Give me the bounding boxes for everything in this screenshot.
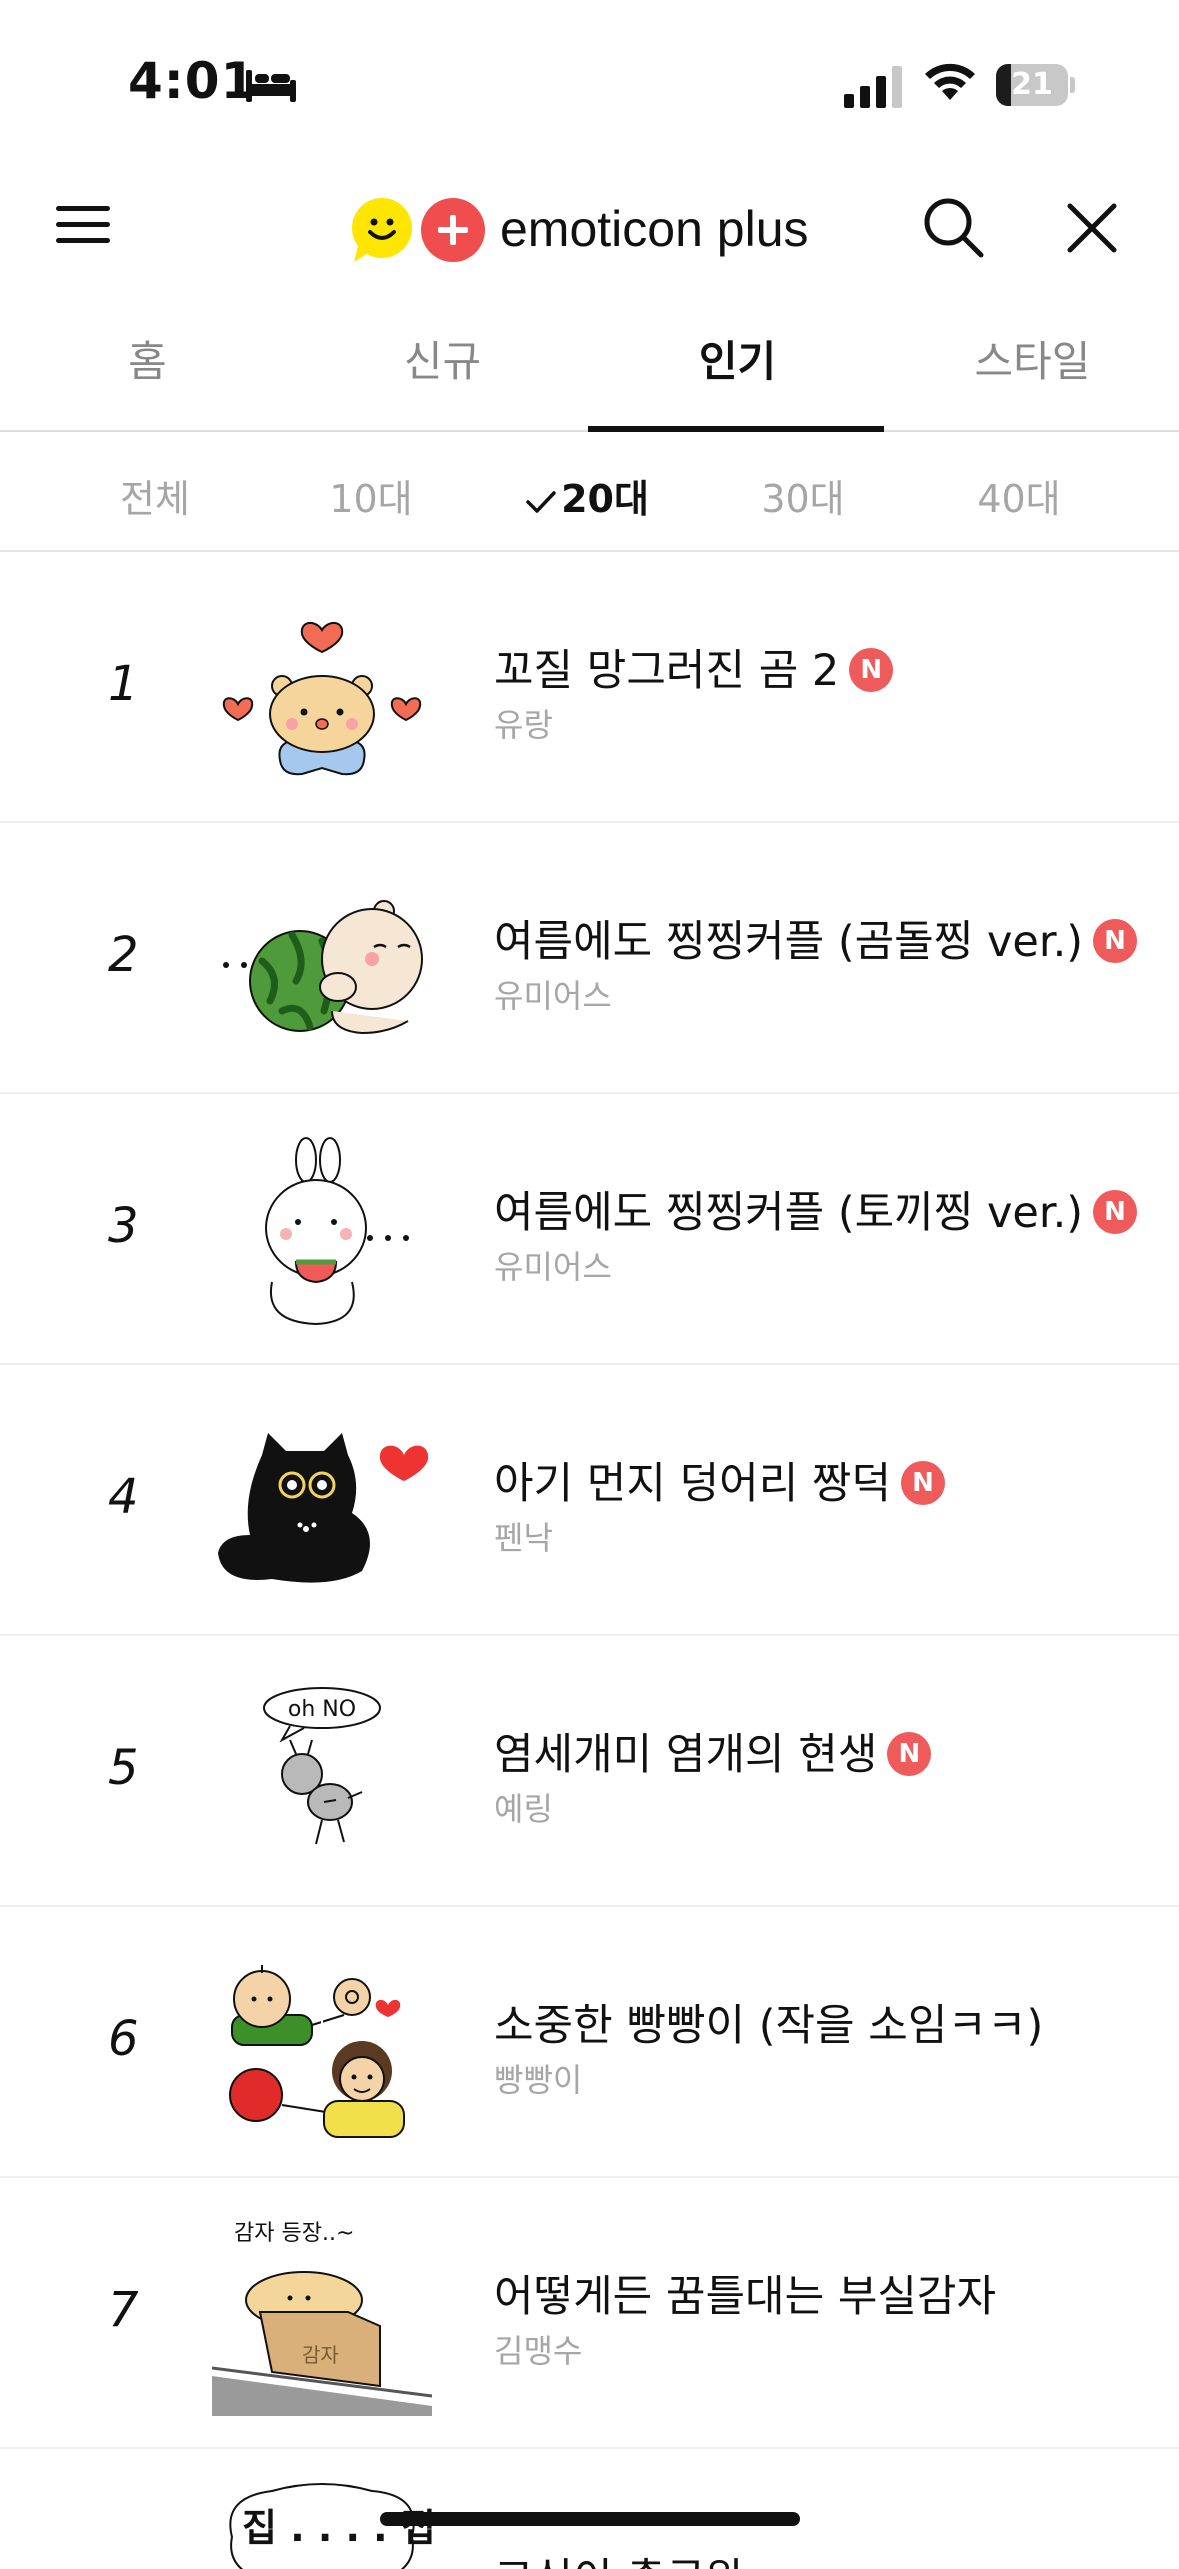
new-badge: N — [1093, 918, 1138, 963]
rank-number: 4 — [108, 1469, 139, 1525]
list-item[interactable]: 2 여름에도 찡찡커플 (곰돌찡 ver.) N 유미어스 — [0, 823, 1179, 1094]
item-title-row: 어떻게든 꿈틀대는 부실감자 — [494, 2262, 996, 2324]
item-title-row: 여름에도 찡찡커플 (곰돌찡 ver.) N — [494, 907, 1138, 969]
wifi-icon — [925, 63, 975, 100]
item-title-row: 소중한 빵빵이 (작을 소임ㅋㅋ) — [494, 1991, 1043, 2053]
age-filter-20s-label: 20대 — [561, 477, 649, 521]
item-author: 유미어스 — [494, 977, 612, 1015]
close-icon[interactable] — [1064, 200, 1120, 256]
app-header: emoticon plus — [0, 150, 1179, 300]
list-item[interactable]: 7 감자 등장..~ 감자 어떻게든 꿈틀대는 부실감자 김맹수 — [0, 2178, 1179, 2449]
item-title: 소중한 빵빵이 (작을 소임ㅋㅋ) — [494, 2001, 1044, 2051]
bbangbbangi-emoticon-thumbnail — [229, 1945, 405, 2145]
list-item[interactable]: 1 꼬질 망그러진 곰 2N 유랑 — [0, 552, 1179, 823]
menu-icon[interactable] — [56, 202, 112, 248]
item-title: 염세개미 염개의 현생 — [494, 1730, 878, 1780]
item-title-row: 꼬질 망그러진 곰 2N — [494, 636, 894, 698]
rank-number: 6 — [108, 2011, 139, 2067]
watermelon-bear-emoticon-thumbnail — [223, 900, 423, 1035]
tab-home[interactable]: 홈 — [0, 328, 295, 389]
item-title: 아기 먼지 덩어리 짱덕 — [494, 1459, 892, 1509]
search-icon[interactable] — [920, 194, 986, 260]
tab-new[interactable]: 신규 — [295, 328, 590, 389]
list-item[interactable]: 6 소중한 빵빵이 (작을 소임ㅋㅋ) 빵빵이 — [0, 1907, 1179, 2178]
potato-caption-text: 감자 등장..~ — [234, 2221, 354, 2246]
new-badge: N — [849, 647, 894, 692]
item-title: 여름에도 찡찡커플 (곰돌찡 ver.) — [494, 917, 1084, 967]
list-item[interactable]: 3 여름에도 찡찡커플 (토끼찡 ver.) N 유미어스 — [0, 1094, 1179, 1365]
new-badge: N — [887, 1731, 932, 1776]
oh-no-bubble-text: oh NO — [288, 1697, 356, 1722]
cellular-signal-icon — [844, 66, 902, 108]
sleep-focus-icon — [246, 70, 296, 102]
home-indicator — [380, 2512, 800, 2526]
black-cat-emoticon-thumbnail — [218, 1433, 429, 1583]
status-bar: 4:01 21 — [0, 0, 1179, 150]
item-title-row: 여름에도 찡찡커플 (토끼찡 ver.) N — [494, 1178, 1138, 1240]
item-author: 유미어스 — [494, 1248, 612, 1286]
age-filter-30s[interactable]: 30대 — [695, 468, 911, 523]
item-title: 꼬질 망그러진 곰 2 — [494, 646, 840, 696]
rabbit-emoticon-thumbnail — [265, 1137, 409, 1326]
item-author: 빵빵이 — [494, 2061, 583, 2099]
battery-icon: 21 — [996, 64, 1076, 108]
rank-number: 7 — [108, 2282, 139, 2338]
item-author: 유랑 — [494, 706, 553, 744]
age-filter-40s[interactable]: 40대 — [911, 468, 1127, 523]
smile-logo-icon — [352, 198, 412, 262]
ant-emoticon-thumbnail: oh NO — [263, 1687, 381, 1845]
list-item[interactable]: 4 아기 먼지 덩어리 짱덕 N 펜낙 — [0, 1365, 1179, 1636]
potato-box-label: 감자 — [302, 2343, 339, 2367]
status-time: 4:01 — [128, 52, 257, 110]
tab-popular[interactable]: 인기 — [590, 328, 885, 389]
rank-number: 3 — [108, 1198, 139, 1254]
item-author: 예링 — [494, 1790, 553, 1828]
age-filter-all[interactable]: 전체 — [47, 468, 263, 523]
age-filter-20s[interactable]: 20대 — [479, 468, 695, 523]
list-item[interactable]: 집 . . . . 집 . . . 집 고심이 출근완 — [0, 2449, 1179, 2569]
item-title-row: 염세개미 염개의 현생 N — [494, 1720, 932, 1782]
age-filter-10s[interactable]: 10대 — [263, 468, 479, 523]
main-tabs: 홈 신규 인기 스타일 — [0, 300, 1179, 432]
tab-style[interactable]: 스타일 — [885, 328, 1179, 389]
age-filter: 전체 10대 20대 30대 40대 — [0, 432, 1179, 552]
item-title: 여름에도 찡찡커플 (토끼찡 ver.) — [494, 1188, 1084, 1238]
rank-number: 5 — [108, 1740, 139, 1796]
new-badge: N — [901, 1460, 946, 1505]
list-item[interactable]: 5 oh NO 염세개미 염개의 현생 N 예링 — [0, 1636, 1179, 1907]
new-badge: N — [1093, 1189, 1138, 1234]
item-title: 고심이 출근완 — [494, 2545, 745, 2569]
item-author: 펜낙 — [494, 1519, 553, 1557]
rank-number: 2 — [108, 927, 139, 983]
emoticon-plus-logo: emoticon plus — [346, 190, 826, 270]
item-title-row: 아기 먼지 덩어리 짱덕 N — [494, 1449, 946, 1511]
bear-emoticon-thumbnail — [222, 622, 422, 776]
battery-percent: 21 — [1011, 67, 1053, 102]
check-icon — [526, 490, 556, 513]
item-title: 어떻게든 꿈틀대는 부실감자 — [494, 2272, 997, 2322]
plus-logo-icon — [421, 198, 485, 262]
logo-text: emoticon plus — [500, 201, 809, 257]
ranking-list: 1 꼬질 망그러진 곰 2N 유랑 2 여름에도 찡찡커플 (곰돌찡 ver.)… — [0, 552, 1179, 2569]
item-author: 김맹수 — [494, 2332, 583, 2370]
rank-number: 1 — [108, 656, 139, 712]
potato-emoticon-thumbnail: 감자 등장..~ 감자 — [212, 2221, 432, 2416]
